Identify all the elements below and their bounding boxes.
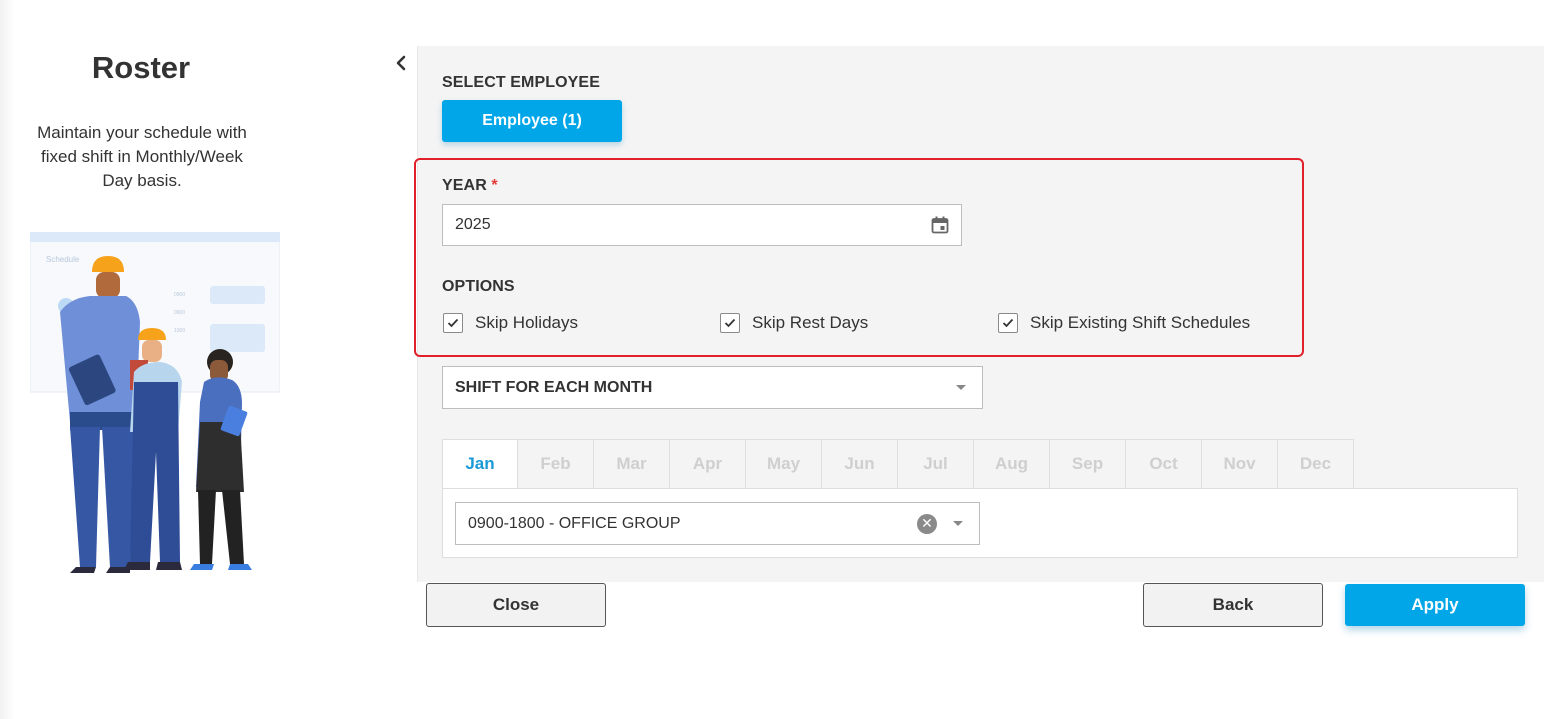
select-employee-label: SELECT EMPLOYEE [442,74,600,91]
tab-may[interactable]: May [746,439,822,489]
chevron-down-icon [953,521,963,526]
skip-holidays-checkbox[interactable]: Skip Holidays [443,313,578,333]
tab-apr[interactable]: Apr [670,439,746,489]
tab-sep[interactable]: Sep [1050,439,1126,489]
chevron-left-icon [396,55,406,71]
tab-jan[interactable]: Jan [442,439,518,489]
workers-illustration: Schedule 0900 0900 1000 [29,231,281,582]
check-icon [447,318,459,328]
tab-nov[interactable]: Nov [1202,439,1278,489]
clear-icon[interactable]: ✕ [917,513,937,534]
employee-button[interactable]: Employee (1) [442,100,622,142]
calendar-icon[interactable] [931,216,949,234]
checkbox-label: Skip Holidays [475,313,578,332]
mock-time-2: 0900 [174,310,185,316]
check-icon [724,318,736,328]
back-button[interactable]: Back [1143,583,1323,627]
shift-mode-value: SHIFT FOR EACH MONTH [455,378,653,396]
mock-schedule-label: Schedule [46,255,80,264]
left-shade [0,0,14,719]
page-title: Roster [91,50,191,85]
shift-value: 0900-1800 - OFFICE GROUP [468,514,681,532]
page-description: Maintain your schedule with fixed shift … [37,123,247,190]
check-icon [1002,318,1014,328]
checkbox-box [443,313,463,333]
tab-jul[interactable]: Jul [898,439,974,489]
skip-existing-shifts-checkbox[interactable]: Skip Existing Shift Schedules [998,313,1250,333]
tab-aug[interactable]: Aug [974,439,1050,489]
year-input[interactable]: 2025 [442,204,962,246]
mock-time-1: 0900 [174,292,185,298]
tab-dec[interactable]: Dec [1278,439,1354,489]
tab-jun[interactable]: Jun [822,439,898,489]
shift-select[interactable]: 0900-1800 - OFFICE GROUP ✕ [455,502,980,545]
checkbox-box [720,313,740,333]
checkbox-label: Skip Existing Shift Schedules [1030,313,1251,332]
close-button[interactable]: Close [426,583,606,627]
year-value: 2025 [455,216,491,233]
year-label-text: YEAR [442,177,487,194]
shift-mode-select[interactable]: SHIFT FOR EACH MONTH [442,366,983,409]
tab-oct[interactable]: Oct [1126,439,1202,489]
required-mark: * [491,177,498,194]
chevron-down-icon [956,385,966,390]
month-tabs: Jan Feb Mar Apr May Jun Jul Aug Sep Oct … [442,439,1354,489]
options-label: OPTIONS [442,278,515,295]
collapse-panel-button[interactable] [391,52,411,74]
skip-rest-days-checkbox[interactable]: Skip Rest Days [720,313,868,333]
apply-button[interactable]: Apply [1345,584,1525,626]
year-label: YEAR * [442,177,498,195]
mock-time-3: 1000 [174,328,185,334]
tab-mar[interactable]: Mar [594,439,670,489]
checkbox-label: Skip Rest Days [752,313,869,332]
checkbox-box [998,313,1018,333]
tab-feb[interactable]: Feb [518,439,594,489]
